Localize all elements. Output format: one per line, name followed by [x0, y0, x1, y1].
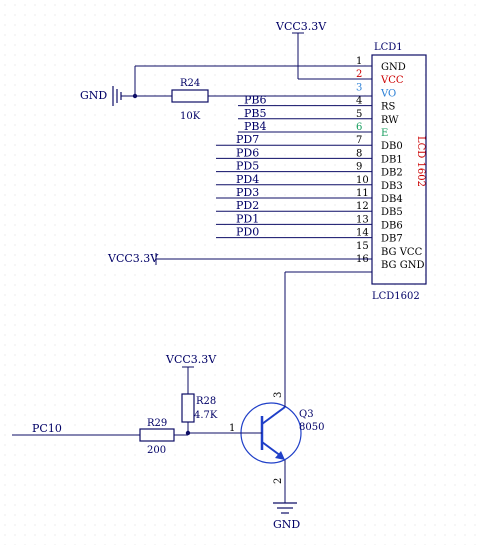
- r29-value: 200: [147, 445, 166, 456]
- vcc-bg-label: VCC3.3V: [107, 252, 159, 265]
- net-wire-group: PB6PB5PB4PD7PD6PD5PD4PD3PD2PD1PD0: [216, 94, 372, 239]
- lcd-pin-name-4: RS: [381, 102, 396, 113]
- q3-collector-leg: [261, 406, 286, 425]
- net-label-pd7: PD7: [236, 133, 259, 146]
- net-label-pd2: PD2: [236, 199, 259, 212]
- r24-designator: R24: [180, 78, 200, 89]
- lcd-pin-name-16: BG GND: [381, 260, 424, 271]
- lcd-pin-name-13: DB6: [381, 220, 403, 231]
- lcd-pin-number-10: 10: [356, 175, 369, 186]
- net-label-pb4: PB4: [244, 120, 266, 133]
- vcc-r28-label: VCC3.3V: [165, 353, 217, 366]
- lcd-pin-number-7: 7: [356, 135, 362, 146]
- r28-designator: R28: [196, 396, 216, 407]
- q3-value: 8050: [299, 422, 324, 433]
- lcd-pin-name-7: DB0: [381, 141, 403, 152]
- lcd-pin-number-6: 6: [356, 122, 362, 133]
- lcd-pin-number-3: 3: [356, 82, 362, 93]
- lcd-pin-name-10: DB3: [381, 181, 403, 192]
- r29-designator: R29: [147, 418, 167, 429]
- q3-emitter-leg: [261, 441, 282, 457]
- lcd-pin-name-12: DB5: [381, 207, 403, 218]
- gnd-bottom-label: GND: [273, 518, 300, 531]
- r28-body: [181, 393, 195, 423]
- lcd-designator: LCD1: [374, 42, 403, 53]
- r24-value: 10K: [180, 111, 201, 122]
- net-label-pd3: PD3: [236, 186, 259, 199]
- lcd-pin-name-9: DB2: [381, 168, 403, 179]
- pc10-label: PC10: [32, 422, 62, 435]
- gnd-left-label: GND: [80, 89, 107, 102]
- lcd-pin-name-6: E: [381, 128, 388, 139]
- r28-value: 4.7K: [194, 410, 218, 421]
- schematic-canvas: LCD1 LCD1602 LCD 1602 1 GND 2 VCC 3 VO 4 RS 5 RW 6…: [0, 0, 481, 545]
- lcd-pin-number-4: 4: [356, 96, 362, 107]
- lcd-pin-group: 1GND2VCC3VO4RS5RW6E7DB08DB19DB210DB311DB…: [356, 56, 424, 271]
- net-label-pd5: PD5: [236, 160, 259, 173]
- r29-body: [139, 428, 175, 442]
- lcd-pin-number-9: 9: [356, 162, 362, 173]
- net-label-pb6: PB6: [244, 94, 266, 107]
- lcd-pin-name-2: VCC: [380, 75, 404, 86]
- lcd-pin-name-1: GND: [381, 62, 406, 73]
- lcd-pin-number-1: 1: [356, 56, 362, 67]
- lcd-pin-name-8: DB1: [381, 154, 403, 165]
- lcd-pin-name-3: VO: [380, 88, 396, 99]
- lcd-pin-name-15: BG VCC: [381, 247, 423, 258]
- lcd-pin-name-11: DB4: [381, 194, 403, 205]
- net-label-pd6: PD6: [236, 146, 259, 159]
- lcd-part-name: LCD1602: [372, 291, 420, 302]
- lcd-pin-number-12: 12: [356, 201, 369, 212]
- lcd-pin-name-5: RW: [381, 115, 399, 126]
- lcd-pin-number-8: 8: [356, 148, 362, 159]
- lcd-value-vertical: LCD 1602: [415, 136, 426, 187]
- gnd-left-symbol: [112, 86, 122, 106]
- net-label-pd4: PD4: [236, 173, 259, 186]
- lcd-pin-number-14: 14: [356, 228, 369, 239]
- lcd-pin-number-13: 13: [356, 214, 369, 225]
- lcd-pin-number-11: 11: [356, 188, 369, 199]
- net-label-pb5: PB5: [244, 107, 266, 120]
- q3-pin-emitter: 2: [273, 478, 284, 484]
- q3-pin-collector: 3: [273, 392, 284, 398]
- lcd-pin-number-15: 15: [356, 241, 369, 252]
- q3-designator: Q3: [299, 409, 314, 420]
- gnd-bottom-symbol: [273, 502, 297, 514]
- lcd-pin-number-5: 5: [356, 109, 362, 120]
- vcc-top-label: VCC3.3V: [275, 20, 327, 33]
- r24-body: [171, 89, 209, 103]
- lcd-pin-name-14: DB7: [381, 234, 403, 245]
- schematic-svg: LCD1 LCD1602 LCD 1602 1 GND 2 VCC 3 VO 4 RS 5 RW 6…: [12, 20, 427, 531]
- net-label-pd0: PD0: [236, 226, 259, 239]
- q3-pin-base: 1: [229, 423, 235, 434]
- net-label-pd1: PD1: [236, 212, 259, 225]
